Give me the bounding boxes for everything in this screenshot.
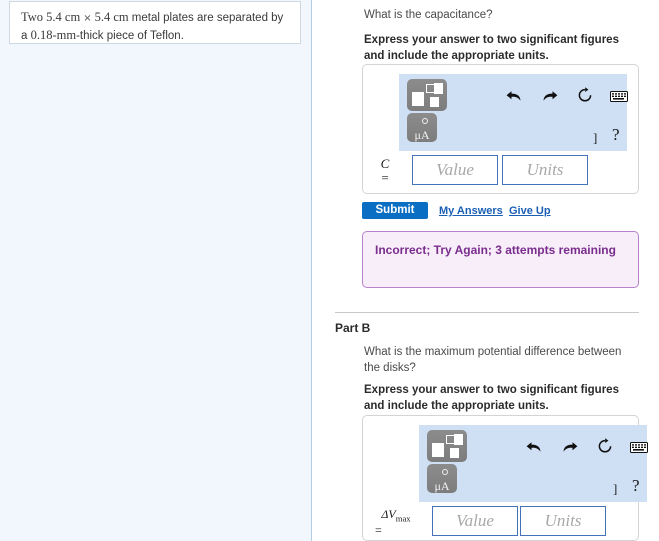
part-a-value-input[interactable] bbox=[412, 155, 498, 185]
part-a-equals-sign: = bbox=[381, 170, 389, 185]
part-b-answer-container: μA] ? ΔVmax = Value Units bbox=[362, 415, 648, 541]
problem-statement-panel: Two 5.4 cm × 5.4 cm metal plates are separ… bbox=[0, 0, 312, 541]
part-a-variable-symbol: C bbox=[380, 156, 390, 171]
part-b-divider bbox=[335, 312, 639, 313]
part-a-feedback-box: Incorrect; Try Again; 3 attempts remaini… bbox=[362, 231, 639, 288]
part-b-instruction: Express your answer to two significant f… bbox=[364, 384, 619, 412]
part-a-math-toolbar: μA] ? bbox=[399, 74, 628, 151]
problem-statement-box: Two 5.4 cm × 5.4 cm metal plates are separ… bbox=[9, 1, 301, 44]
part-a-question: What is the capacitance? bbox=[364, 9, 493, 21]
problem-text-end: -thick piece of Teflon. bbox=[76, 30, 184, 42]
part-b-variable-base: ΔV bbox=[381, 507, 396, 521]
angstrom-ring-icon bbox=[422, 118, 428, 124]
reset-circular-arrow-icon[interactable] bbox=[597, 438, 613, 455]
help-question-mark-icon[interactable]: ? bbox=[632, 477, 640, 494]
part-a-my-answers-link[interactable]: My Answers bbox=[439, 205, 503, 217]
template-rect-large bbox=[432, 443, 444, 457]
part-b-math-toolbar: μA] ? bbox=[419, 425, 648, 502]
part-b-variable-subscript: max bbox=[395, 513, 411, 524]
part-b-equals-sign: = bbox=[375, 523, 382, 538]
part-a-feedback-text: Incorrect; Try Again; 3 attempts remaini… bbox=[375, 243, 616, 257]
undo-arrow-icon[interactable] bbox=[506, 89, 522, 103]
part-b-question: What is the maximum potential difference… bbox=[364, 346, 622, 374]
bracket-symbol[interactable]: ] bbox=[613, 482, 617, 495]
answer-panel: What is the capacitance? Express your an… bbox=[313, 0, 659, 541]
part-a-answer-container: μA] ? C = Value Units bbox=[362, 64, 639, 194]
part-b-variable-symbol: ΔVmax bbox=[372, 508, 420, 523]
part-b-title: Part B bbox=[335, 321, 371, 335]
part-a-units-input[interactable] bbox=[502, 155, 588, 185]
units-micro-angstrom-icon[interactable]: μA bbox=[407, 113, 437, 142]
multiplication-symbol: × bbox=[83, 13, 92, 24]
angstrom-ring-icon bbox=[442, 469, 448, 475]
part-a-instruction: Express your answer to two significant f… bbox=[364, 34, 619, 62]
template-rect-top-right bbox=[434, 83, 443, 94]
help-question-mark-icon[interactable]: ? bbox=[612, 126, 620, 143]
part-a-variable-label: C = bbox=[375, 157, 395, 184]
problem-thickness: 0.18-mm bbox=[30, 28, 77, 42]
part-a-give-up-link[interactable]: Give Up bbox=[509, 205, 551, 217]
keyboard-icon[interactable] bbox=[630, 442, 648, 453]
part-a-submit-button[interactable]: Submit bbox=[362, 202, 428, 219]
part-b-value-input[interactable] bbox=[432, 506, 518, 536]
part-b-units-input[interactable] bbox=[520, 506, 606, 536]
redo-arrow-icon[interactable] bbox=[562, 440, 578, 454]
math-template-icon[interactable] bbox=[427, 430, 467, 462]
math-template-icon[interactable] bbox=[407, 79, 447, 111]
keyboard-icon[interactable] bbox=[610, 91, 628, 102]
problem-dimension-2: 5.4 cm bbox=[94, 10, 129, 24]
template-rect-bottom-right bbox=[430, 97, 439, 107]
problem-dimension-1: Two 5.4 cm bbox=[21, 10, 81, 24]
template-rect-bottom-right bbox=[450, 448, 459, 458]
part-b-variable-label: ΔVmax = bbox=[372, 508, 420, 536]
problem-statement-text: Two 5.4 cm × 5.4 cm metal plates are separ… bbox=[21, 9, 290, 44]
units-icon-label: μA bbox=[414, 128, 430, 142]
bracket-symbol[interactable]: ] bbox=[593, 131, 597, 144]
units-micro-angstrom-icon[interactable]: μA bbox=[427, 464, 457, 493]
template-rect-top-right bbox=[454, 434, 463, 445]
redo-arrow-icon[interactable] bbox=[542, 89, 558, 103]
undo-arrow-icon[interactable] bbox=[526, 440, 542, 454]
template-rect-large bbox=[412, 92, 424, 106]
units-icon-label: μA bbox=[434, 479, 450, 493]
reset-circular-arrow-icon[interactable] bbox=[577, 87, 593, 104]
